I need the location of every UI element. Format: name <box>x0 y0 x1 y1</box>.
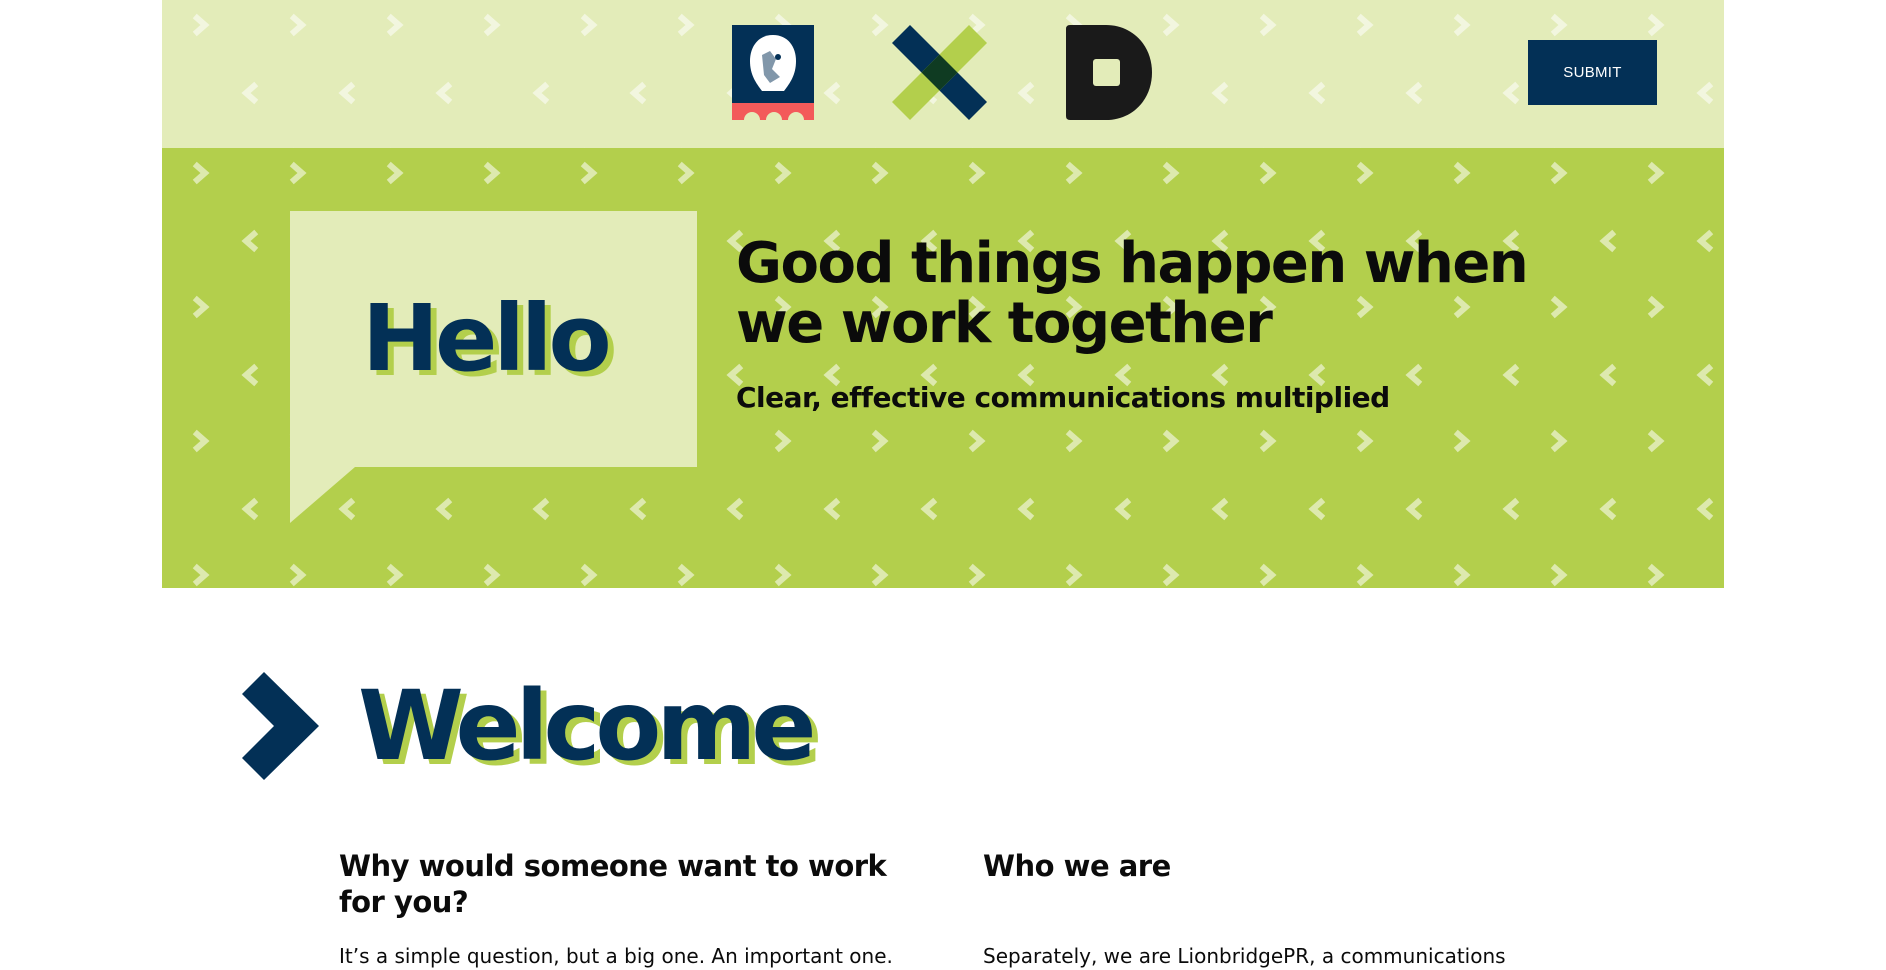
x-cross-logo-icon[interactable] <box>892 25 987 120</box>
welcome-heading: Welcome <box>358 670 816 782</box>
why-work-heading: Why would someone want to work for you? <box>339 849 887 919</box>
why-work-text: It’s a simple question, but a big one. A… <box>339 944 893 968</box>
hello-text: Hello <box>362 285 612 392</box>
hero-subtitle: Clear, effective communications multipli… <box>736 381 1390 414</box>
hero-title: Good things happen when we work together <box>736 231 1529 356</box>
submit-button[interactable]: SUBMIT <box>1528 40 1657 105</box>
who-we-are-column: Who we are Separately, we are Lionbridge… <box>983 848 1543 968</box>
why-work-column: Why would someone want to work for you? … <box>339 848 899 968</box>
who-we-are-heading: Who we are <box>983 849 1171 883</box>
site-header: SUBMIT <box>162 0 1724 148</box>
chevron-right-icon <box>242 672 319 780</box>
who-we-are-text: Separately, we are LionbridgePR, a commu… <box>983 944 1506 968</box>
d-letter-logo-icon[interactable] <box>1066 25 1152 120</box>
page: SUBMIT Good things happen when we work t… <box>162 0 1724 970</box>
lion-shield-logo-icon[interactable] <box>732 25 814 120</box>
